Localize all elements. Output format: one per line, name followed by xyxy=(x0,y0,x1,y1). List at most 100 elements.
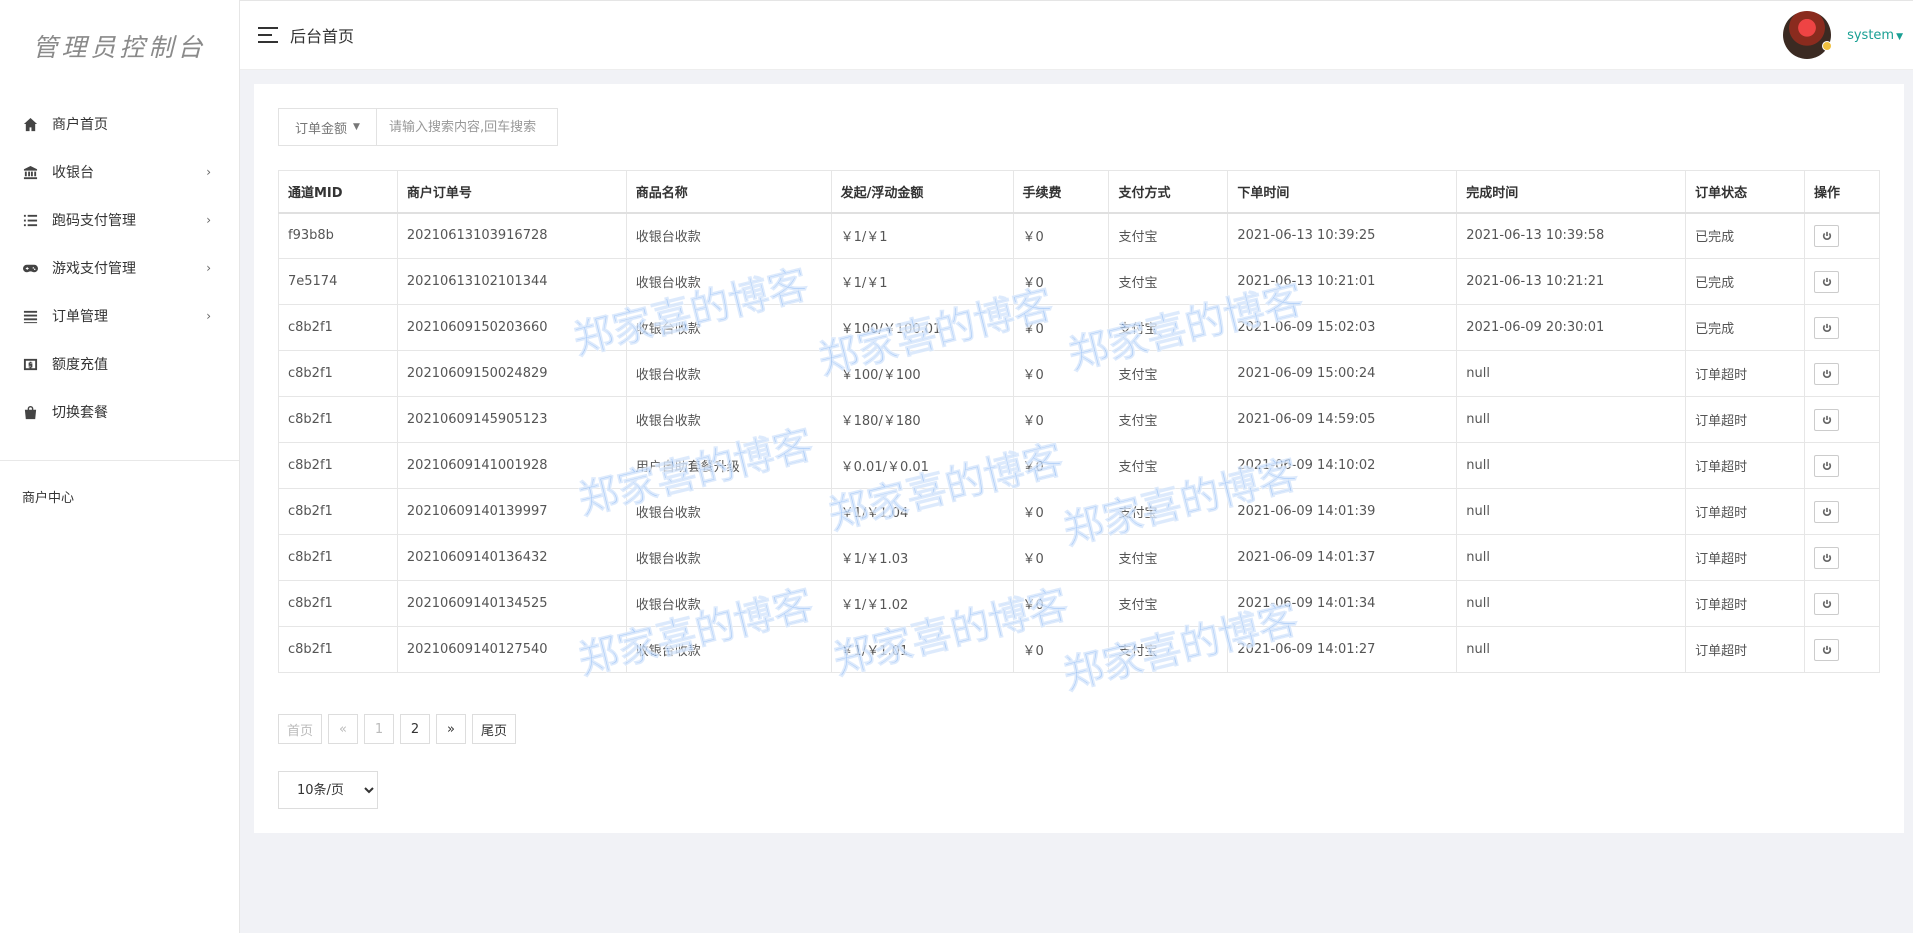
table-cell: 收银台收款 xyxy=(625,350,832,397)
order-list-card: 订单金额 ▼ 通道MID 商户订单号 商品名称 发起/浮动金额 手续费 支付方式 … xyxy=(254,84,1904,833)
page-1-button[interactable]: 1 xyxy=(364,714,395,744)
power-icon xyxy=(1822,415,1831,424)
refresh-order-button[interactable] xyxy=(1814,638,1840,661)
refresh-order-button[interactable] xyxy=(1814,362,1840,385)
table-cell-actions xyxy=(1804,304,1880,351)
table-cell: 收银台收款 xyxy=(625,534,832,581)
refresh-order-button[interactable] xyxy=(1814,500,1840,523)
column-header: 下单时间 xyxy=(1227,170,1458,214)
table-cell: ￥1/￥1 xyxy=(830,212,1014,259)
table-row: c8b2f1 20210609140136432 收银台收款 ￥1/￥1.03 ￥0 支付… xyxy=(278,534,1880,581)
table-cell: c8b2f1 xyxy=(278,534,398,581)
sidebar-item-label: 跑码支付管理 xyxy=(52,213,136,229)
bank-icon xyxy=(22,164,38,180)
username-dropdown[interactable]: system ▼ xyxy=(1847,28,1903,43)
table-cell: 20210609140134525 xyxy=(396,580,627,627)
page-size-select[interactable]: 10条/页 xyxy=(278,771,378,809)
sidebar-item-code-payment[interactable]: 跑码支付管理 › xyxy=(0,196,239,244)
sidebar-item-label: 游戏支付管理 xyxy=(52,261,136,277)
table-cell: c8b2f1 xyxy=(278,304,398,351)
sidebar-divider xyxy=(0,460,239,461)
table-cell: 支付宝 xyxy=(1108,488,1229,535)
sidebar-item-label: 额度充值 xyxy=(52,357,108,373)
refresh-order-button[interactable] xyxy=(1814,316,1840,339)
user-menu[interactable]: system ▼ xyxy=(1783,11,1903,59)
column-header: 手续费 xyxy=(1012,170,1110,214)
refresh-order-button[interactable] xyxy=(1814,454,1840,477)
sidebar-item-order-management[interactable]: 订单管理 › xyxy=(0,292,239,340)
page-last-button[interactable]: 尾页 xyxy=(472,714,517,744)
power-icon xyxy=(1822,553,1831,562)
table-cell: 支付宝 xyxy=(1108,396,1229,443)
sidebar-item-game-payment[interactable]: 游戏支付管理 › xyxy=(0,244,239,292)
table-cell: 订单超时 xyxy=(1685,534,1806,581)
chevron-right-icon: › xyxy=(206,165,211,179)
table-cell: 20210609140127540 xyxy=(396,626,627,673)
column-header: 支付方式 xyxy=(1108,170,1229,214)
table-cell-actions xyxy=(1804,212,1880,259)
table-cell-actions xyxy=(1804,442,1880,489)
table-cell: 2021-06-13 10:21:21 xyxy=(1456,258,1687,305)
table-cell: 支付宝 xyxy=(1108,258,1229,305)
table-cell: 已完成 xyxy=(1685,304,1806,351)
table-cell: 支付宝 xyxy=(1108,212,1229,259)
refresh-order-button[interactable] xyxy=(1814,592,1840,615)
table-cell: 支付宝 xyxy=(1108,580,1229,627)
table-cell: 2021-06-09 14:01:39 xyxy=(1227,488,1458,535)
power-icon xyxy=(1822,507,1831,516)
menu-toggle-icon[interactable] xyxy=(258,27,278,43)
table-cell: ￥0 xyxy=(1012,488,1110,535)
table-cell-actions xyxy=(1804,396,1880,443)
table-cell-actions xyxy=(1804,580,1880,627)
table-cell: 20210609145905123 xyxy=(396,396,627,443)
search-input[interactable] xyxy=(377,109,557,145)
table-body: f93b8b 20210613103916728 收银台收款 ￥1/￥1 ￥0 支付宝 20… xyxy=(278,212,1880,673)
table-cell: 20210613102101344 xyxy=(396,258,627,305)
refresh-order-button[interactable] xyxy=(1814,408,1840,431)
sidebar-item-credit-recharge[interactable]: 额度充值 xyxy=(0,340,239,388)
sidebar-item-label: 商户首页 xyxy=(52,117,108,133)
table-cell: ￥0 xyxy=(1012,212,1110,259)
sidebar-item-merchant-home[interactable]: 商户首页 xyxy=(0,100,239,148)
sidebar-item-label: 订单管理 xyxy=(52,309,108,325)
search-field-label: 订单金额 xyxy=(295,121,348,137)
refresh-order-button[interactable] xyxy=(1814,270,1840,293)
refresh-order-button[interactable] xyxy=(1814,224,1840,247)
page-next-button[interactable]: » xyxy=(436,714,467,744)
power-icon xyxy=(1822,461,1831,470)
table-cell: null xyxy=(1456,442,1687,489)
sidebar-section-merchant-center[interactable]: 商户中心 xyxy=(0,487,239,506)
table-row: c8b2f1 20210609141001928 用户自助套餐升级 ￥0.01/￥0.… xyxy=(278,442,1880,489)
username-label: system xyxy=(1847,27,1895,43)
table-cell-actions xyxy=(1804,350,1880,397)
column-header: 商户订单号 xyxy=(396,170,627,214)
refresh-order-button[interactable] xyxy=(1814,546,1840,569)
page-first-button[interactable]: 首页 xyxy=(278,714,323,744)
table-cell: null xyxy=(1456,626,1687,673)
breadcrumb: 后台首页 xyxy=(290,27,355,46)
search-field-select[interactable]: 订单金额 ▼ xyxy=(279,109,377,145)
page-prev-button[interactable]: « xyxy=(328,714,359,744)
table-cell: 2021-06-09 14:10:02 xyxy=(1227,442,1458,489)
column-header: 操作 xyxy=(1804,170,1880,214)
table-cell: ￥0 xyxy=(1012,442,1110,489)
table-cell: 20210609140139997 xyxy=(396,488,627,535)
sidebar-item-cashier[interactable]: 收银台 › xyxy=(0,148,239,196)
avatar[interactable] xyxy=(1783,11,1833,59)
power-icon xyxy=(1822,323,1831,332)
table-cell: 收银台收款 xyxy=(625,488,832,535)
table-row: f93b8b 20210613103916728 收银台收款 ￥1/￥1 ￥0 支付宝 20… xyxy=(278,212,1880,259)
caret-down-icon: ▼ xyxy=(353,122,360,132)
column-header: 商品名称 xyxy=(625,170,832,214)
page-2-button[interactable]: 2 xyxy=(400,714,431,744)
search-bar: 订单金额 ▼ xyxy=(278,108,558,146)
table-cell: null xyxy=(1456,580,1687,627)
table-cell: 订单超时 xyxy=(1685,396,1806,443)
sidebar-item-switch-plan[interactable]: 切换套餐 xyxy=(0,388,239,436)
table-cell: 2021-06-13 10:39:58 xyxy=(1456,212,1687,259)
orders-table: 通道MID 商户订单号 商品名称 发起/浮动金额 手续费 支付方式 下单时间 完… xyxy=(278,170,1880,673)
table-cell: 支付宝 xyxy=(1108,626,1229,673)
table-row: c8b2f1 20210609140127540 收银台收款 ￥1/￥1.01 ￥0 支付… xyxy=(278,626,1880,673)
power-icon xyxy=(1822,231,1831,240)
table-cell: ￥0 xyxy=(1012,580,1110,627)
